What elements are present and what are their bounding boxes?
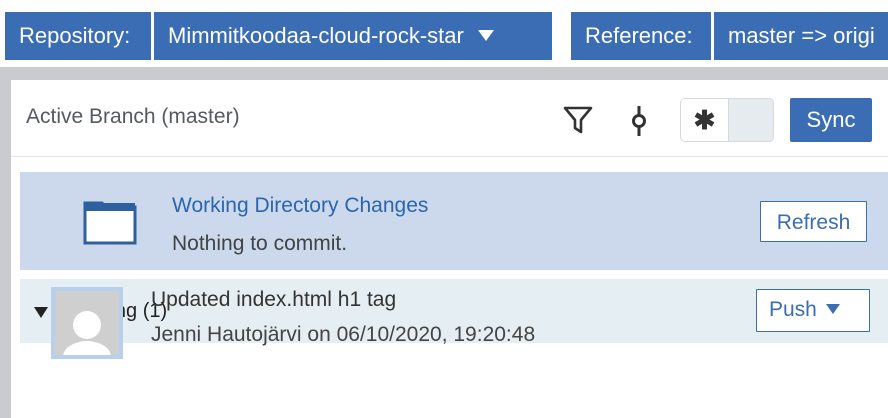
reference-dropdown[interactable]: master => origi: [714, 12, 888, 60]
user-silhouette-icon: [63, 311, 111, 355]
sync-button[interactable]: Sync: [790, 98, 872, 142]
folder-icon: [83, 201, 137, 245]
avatar: [51, 287, 123, 359]
view-toggle[interactable]: ✱: [680, 98, 774, 142]
collapse-caret-icon[interactable]: [34, 307, 48, 318]
working-directory-title[interactable]: Working Directory Changes: [172, 194, 428, 218]
repository-value: Mimmitkoodaa-cloud-rock-star: [168, 23, 464, 48]
reference-label: Reference:: [571, 12, 711, 60]
commit-icon[interactable]: [630, 104, 648, 138]
working-directory-row[interactable]: Working Directory Changes Nothing to com…: [20, 172, 888, 270]
toolbar: Repository: Mimmitkoodaa-cloud-rock-star…: [0, 0, 888, 67]
reference-value: master => origi: [728, 23, 875, 48]
push-button[interactable]: Push: [756, 289, 870, 332]
refresh-button[interactable]: Refresh: [760, 201, 867, 242]
asterisk-icon: ✱: [681, 99, 729, 141]
chevron-down-icon: [477, 29, 494, 41]
panel-header: Active Branch (master) ✱ Sync: [11, 80, 888, 157]
push-label: Push: [769, 298, 817, 321]
working-directory-status: Nothing to commit.: [172, 232, 348, 255]
repository-label: Repository:: [5, 12, 151, 60]
chevron-down-icon: [825, 304, 840, 314]
filter-icon[interactable]: [563, 106, 593, 134]
page-title: Active Branch (master): [26, 105, 240, 128]
commit-author-date: Jenni Hautojärvi on 06/10/2020, 19:20:48: [151, 323, 536, 346]
repository-dropdown[interactable]: Mimmitkoodaa-cloud-rock-star: [154, 12, 552, 60]
commit-message[interactable]: Updated index.html h1 tag: [151, 288, 396, 312]
branch-panel: Active Branch (master) ✱ Sync Working Di…: [11, 80, 888, 418]
